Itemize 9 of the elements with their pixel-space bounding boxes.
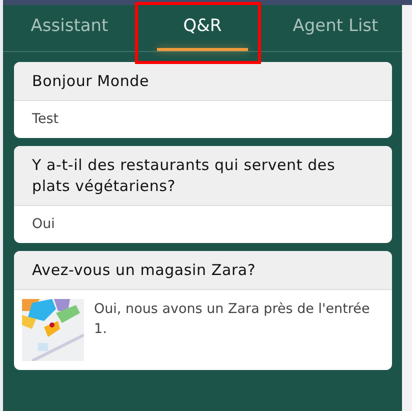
tab[interactable]: Q&R: [136, 5, 269, 51]
answer-text: Test: [32, 110, 59, 129]
question-text: Avez-vous un magasin Zara?: [14, 251, 392, 290]
answer-text: Oui: [32, 215, 55, 234]
tab[interactable]: Agent List: [269, 5, 402, 51]
question-text: Y a-t-il des restaurants qui servent des plats végétariens?: [14, 146, 392, 206]
answer-text: Oui, nous avons un Zara près de l'entrée 1.: [94, 300, 371, 339]
question-text: Bonjour Monde: [14, 62, 392, 101]
tab[interactable]: Assistant: [3, 5, 136, 51]
